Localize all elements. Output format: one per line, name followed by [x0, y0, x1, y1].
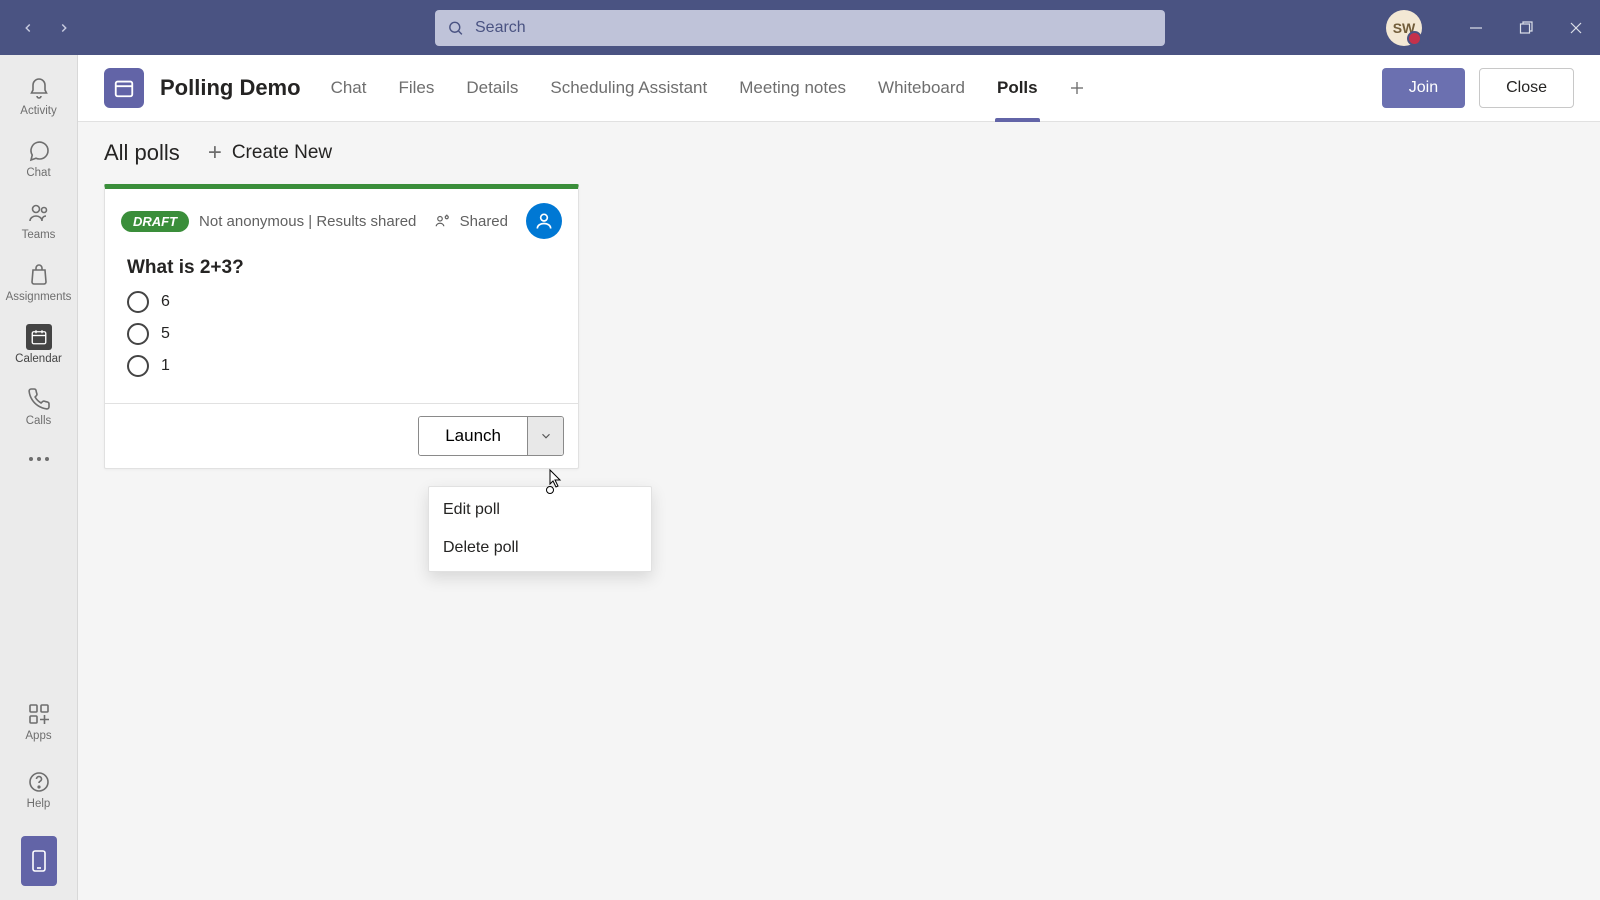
- radio-icon: [127, 323, 149, 345]
- tab-scheduling-assistant[interactable]: Scheduling Assistant: [534, 55, 723, 121]
- tab-meeting-notes[interactable]: Meeting notes: [723, 55, 862, 121]
- poll-option-label: 6: [161, 293, 170, 311]
- phone-icon: [26, 386, 52, 412]
- menu-item-delete-poll[interactable]: Delete poll: [429, 529, 651, 567]
- poll-card: DRAFT Not anonymous | Results shared Sha…: [104, 184, 579, 469]
- bag-icon: [26, 262, 52, 288]
- nav-back-button[interactable]: [16, 16, 40, 40]
- close-button[interactable]: Close: [1479, 68, 1574, 108]
- rail-item-assignments[interactable]: Assignments: [0, 251, 78, 313]
- rail-label: Calendar: [15, 353, 62, 365]
- radio-icon: [127, 355, 149, 377]
- rail-label: Apps: [25, 730, 51, 742]
- poll-option-label: 5: [161, 325, 170, 343]
- apps-icon: [26, 701, 52, 727]
- launch-dropdown-menu: Edit poll Delete poll: [428, 486, 652, 572]
- app-rail: Activity Chat Teams Assignments Calendar…: [0, 55, 78, 900]
- rail-item-calendar[interactable]: Calendar: [0, 313, 78, 375]
- menu-item-edit-poll[interactable]: Edit poll: [429, 491, 651, 529]
- launch-button[interactable]: Launch: [419, 417, 527, 455]
- title-bar: SW: [0, 0, 1600, 55]
- plus-icon: +: [208, 141, 222, 165]
- rail-item-help[interactable]: Help: [0, 758, 78, 820]
- rail-label: Chat: [26, 167, 50, 179]
- status-badge: DRAFT: [121, 211, 189, 232]
- calendar-icon: [26, 324, 52, 350]
- content-area: All polls + Create New DRAFT Not anonymo…: [78, 122, 1600, 900]
- join-button[interactable]: Join: [1382, 68, 1465, 108]
- rail-label: Help: [27, 798, 51, 810]
- create-poll-button[interactable]: + Create New: [208, 141, 332, 165]
- window-close-button[interactable]: [1560, 12, 1592, 44]
- rail-more-button[interactable]: [0, 439, 78, 479]
- owner-avatar[interactable]: [526, 203, 562, 239]
- launch-dropdown-toggle[interactable]: [527, 417, 563, 455]
- tab-files[interactable]: Files: [382, 55, 450, 121]
- rail-item-activity[interactable]: Activity: [0, 65, 78, 127]
- rail-label: Assignments: [6, 291, 72, 303]
- window-minimize-button[interactable]: [1460, 12, 1492, 44]
- tab-chat[interactable]: Chat: [315, 55, 383, 121]
- rail-item-calls[interactable]: Calls: [0, 375, 78, 437]
- rail-item-teams[interactable]: Teams: [0, 189, 78, 251]
- shared-label: Shared: [460, 213, 508, 230]
- user-avatar[interactable]: SW: [1386, 10, 1422, 46]
- rail-label: Teams: [22, 229, 56, 241]
- poll-option[interactable]: 6: [127, 291, 556, 313]
- poll-meta-text: Not anonymous | Results shared: [199, 213, 416, 230]
- poll-question: What is 2+3?: [105, 239, 578, 285]
- meeting-header: Polling Demo Chat Files Details Scheduli…: [78, 55, 1600, 122]
- add-tab-button[interactable]: [1060, 71, 1094, 105]
- rail-item-chat[interactable]: Chat: [0, 127, 78, 189]
- tab-details[interactable]: Details: [450, 55, 534, 121]
- search-icon: [447, 19, 464, 36]
- launch-split-button: Launch: [418, 416, 564, 456]
- rail-label: Calls: [26, 415, 52, 427]
- tab-whiteboard[interactable]: Whiteboard: [862, 55, 981, 121]
- meeting-tabs: Chat Files Details Scheduling Assistant …: [315, 55, 1094, 121]
- people-icon: [26, 200, 52, 226]
- poll-options: 6 5 1: [105, 285, 578, 403]
- polls-section-title: All polls: [104, 140, 180, 166]
- nav-forward-button[interactable]: [52, 16, 76, 40]
- rail-label: Activity: [20, 105, 56, 117]
- chat-icon: [26, 138, 52, 164]
- meeting-title: Polling Demo: [160, 75, 301, 101]
- rail-mobile-button[interactable]: [21, 836, 57, 886]
- poll-option-label: 1: [161, 357, 170, 375]
- radio-icon: [127, 291, 149, 313]
- meeting-calendar-icon: [104, 68, 144, 108]
- bell-icon: [26, 76, 52, 102]
- tab-polls[interactable]: Polls: [981, 55, 1054, 121]
- poll-option[interactable]: 1: [127, 355, 556, 377]
- shared-icon: [434, 212, 452, 230]
- create-poll-label: Create New: [232, 142, 332, 164]
- window-maximize-button[interactable]: [1510, 12, 1542, 44]
- help-icon: [26, 769, 52, 795]
- polls-toolbar: All polls + Create New: [104, 140, 1574, 166]
- rail-item-apps[interactable]: Apps: [0, 690, 78, 752]
- search-input[interactable]: [435, 10, 1165, 46]
- poll-option[interactable]: 5: [127, 323, 556, 345]
